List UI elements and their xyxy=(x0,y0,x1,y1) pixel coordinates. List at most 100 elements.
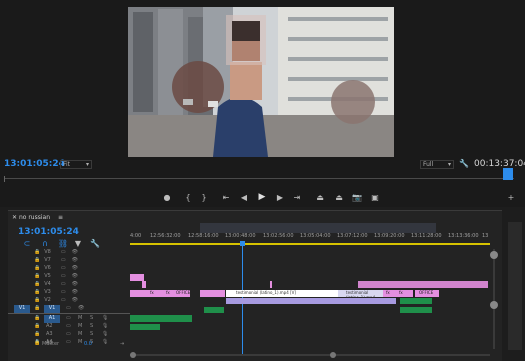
work-area-bar[interactable] xyxy=(130,243,490,245)
clip-v2[interactable] xyxy=(270,281,272,288)
microphone-icon[interactable]: 🎙 xyxy=(102,315,108,321)
sync-icon[interactable]: ▭ xyxy=(66,315,71,321)
nest-icon[interactable]: ⊂ xyxy=(22,238,32,248)
resolution-dropdown[interactable]: Full ▾ xyxy=(420,160,454,169)
close-icon[interactable]: ✕ xyxy=(12,214,17,221)
add-marker-icon[interactable]: ● xyxy=(162,192,172,202)
eye-icon[interactable]: 👁 xyxy=(72,265,78,271)
playhead-marker[interactable] xyxy=(503,168,513,180)
sync-icon[interactable]: ▭ xyxy=(61,273,66,279)
track-divider[interactable] xyxy=(8,313,130,314)
horizontal-scrollbar[interactable] xyxy=(130,352,490,358)
audio-meter-left xyxy=(508,222,516,350)
mute-button[interactable]: M xyxy=(78,331,82,337)
solo-button[interactable]: S xyxy=(90,331,93,337)
play-icon[interactable]: ▶ xyxy=(257,192,267,202)
video-frame[interactable] xyxy=(128,7,394,157)
track-area[interactable]: mp4 fx fx OFFICE testimonial (latino_1).… xyxy=(130,249,490,349)
clip-v1-testimonial[interactable]: testimonial (latino_1).mp4 [V] xyxy=(226,290,338,297)
eye-icon[interactable]: 👁 xyxy=(72,289,78,295)
export-frame-icon[interactable]: 📷 xyxy=(352,192,362,202)
sync-icon[interactable]: ▭ xyxy=(66,323,71,329)
eye-icon[interactable]: 👁 xyxy=(78,305,84,311)
audio-clip-a4[interactable] xyxy=(130,324,160,330)
sync-icon[interactable]: ▭ xyxy=(61,265,66,271)
add-button-icon[interactable]: + xyxy=(506,192,516,202)
audio-clip-a1[interactable] xyxy=(400,298,432,304)
track-label[interactable]: A1 xyxy=(44,315,60,323)
comparison-view-icon[interactable]: ▣ xyxy=(370,192,380,202)
lock-icon[interactable]: 🔒 xyxy=(34,315,40,321)
lock-icon[interactable]: 🔒 xyxy=(34,281,40,287)
sync-icon[interactable]: ▭ xyxy=(61,297,66,303)
snap-icon[interactable]: ∩ xyxy=(40,238,50,248)
go-to-end-icon[interactable]: ⇥ xyxy=(120,341,124,347)
clip-v1[interactable]: fx fx xyxy=(383,290,413,297)
clip-v1-testimonial[interactable]: testimonial (latino_1).mp4 xyxy=(338,290,383,300)
eye-icon[interactable]: 👁 xyxy=(72,281,78,287)
mark-in-icon[interactable]: { xyxy=(183,192,193,202)
monitor-scrubber[interactable] xyxy=(4,176,514,182)
lock-icon[interactable]: 🔒 xyxy=(34,331,40,337)
lock-icon[interactable]: 🔒 xyxy=(34,257,40,263)
lock-icon[interactable]: 🔒 xyxy=(34,289,40,295)
linked-selection-icon[interactable]: ⛓ xyxy=(58,238,68,248)
sync-icon[interactable]: ▭ xyxy=(61,281,66,287)
eye-icon[interactable]: 👁 xyxy=(72,257,78,263)
clip-v2[interactable] xyxy=(358,281,488,288)
audio-clip-a2[interactable] xyxy=(204,307,224,313)
go-to-in-icon[interactable]: ⇤ xyxy=(221,192,231,202)
lock-icon[interactable]: 🔒 xyxy=(34,249,40,255)
vertical-scrollbar[interactable] xyxy=(490,249,498,349)
clip-v1[interactable]: OFFICE xyxy=(415,290,439,297)
solo-button[interactable]: S xyxy=(90,323,93,329)
audio-clip-a3[interactable] xyxy=(130,315,192,322)
lock-icon[interactable]: 🔒 xyxy=(34,273,40,279)
eye-icon[interactable]: 👁 xyxy=(72,249,78,255)
audio-clip-a2[interactable] xyxy=(400,307,432,313)
sync-icon[interactable]: ▭ xyxy=(66,331,71,337)
track-label[interactable]: V1 xyxy=(44,305,60,313)
zoom-dropdown[interactable]: Fit ▾ xyxy=(60,160,92,169)
step-back-icon[interactable]: ◀ xyxy=(239,192,249,202)
go-to-out-icon[interactable]: ⇥ xyxy=(292,192,302,202)
extract-icon[interactable]: ⏏ xyxy=(334,192,344,202)
step-forward-icon[interactable]: ▶ xyxy=(275,192,285,202)
audio-clip-a1[interactable] xyxy=(226,298,346,304)
clip-v2[interactable] xyxy=(142,281,146,288)
master-volume[interactable]: 0.0 xyxy=(84,341,92,347)
clip-v1[interactable] xyxy=(200,290,225,297)
track-header-v7: 🔒 V7 ▭ 👁 xyxy=(8,257,138,265)
ruler-tick: 13:05:04:00 xyxy=(300,233,331,239)
clip-fx-badge: fx xyxy=(166,290,170,295)
sync-icon[interactable]: ▭ xyxy=(61,257,66,263)
track-label: V6 xyxy=(44,265,51,271)
clip-v1[interactable]: fx fx OFFICE xyxy=(130,290,190,297)
lock-icon[interactable]: 🔒 xyxy=(34,323,40,329)
mute-button[interactable]: M xyxy=(78,323,82,329)
eye-icon[interactable]: 👁 xyxy=(72,297,78,303)
clip-v3[interactable]: mp4 xyxy=(130,274,144,290)
microphone-icon[interactable]: 🎙 xyxy=(102,331,108,337)
menu-icon[interactable]: ≡ xyxy=(58,214,63,221)
lift-icon[interactable]: ⏏ xyxy=(315,192,325,202)
lock-icon[interactable]: 🔒 xyxy=(34,305,40,311)
eye-icon[interactable]: 👁 xyxy=(72,273,78,279)
timeline-settings-icon[interactable]: 🔧 xyxy=(90,238,100,248)
microphone-icon[interactable]: 🎙 xyxy=(102,323,108,329)
mute-button[interactable]: M xyxy=(78,315,82,321)
source-patch-v1[interactable]: V1 xyxy=(14,305,30,313)
solo-button[interactable]: S xyxy=(90,315,93,321)
wrench-icon[interactable]: 🔧 xyxy=(459,158,469,168)
timeline-timecode[interactable]: 13:01:05:24 xyxy=(18,227,79,237)
mark-out-icon[interactable]: } xyxy=(199,192,209,202)
audio-clip-a1[interactable] xyxy=(346,298,396,304)
lock-icon[interactable]: 🔒 xyxy=(34,265,40,271)
sync-icon[interactable]: ▭ xyxy=(61,289,66,295)
sync-icon[interactable]: ▭ xyxy=(61,249,66,255)
sequence-tab[interactable]: ✕ no russian ≡ xyxy=(12,214,63,221)
lock-icon[interactable]: 🔒 xyxy=(34,297,40,303)
sync-icon[interactable]: ▭ xyxy=(66,305,71,311)
marker-icon[interactable]: ▼ xyxy=(73,238,83,248)
current-timecode[interactable]: 13:01:05:24 xyxy=(4,159,65,169)
